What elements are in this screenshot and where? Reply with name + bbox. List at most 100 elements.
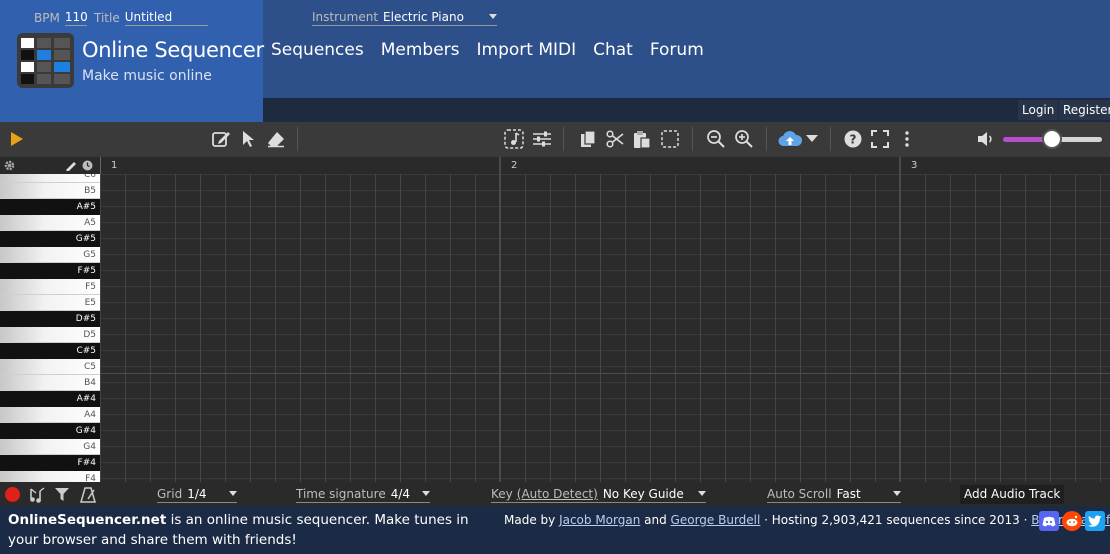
piano-key[interactable]: G#4 xyxy=(0,423,100,439)
octave-line xyxy=(100,373,1110,374)
toolbar-divider xyxy=(766,127,767,151)
auto-scroll-select[interactable]: Auto Scroll Fast xyxy=(767,482,901,506)
metronome-icon[interactable] xyxy=(79,486,97,503)
edit-icon[interactable] xyxy=(210,129,232,149)
bpm-field[interactable]: BPM 110 xyxy=(34,0,88,35)
chevron-down-icon xyxy=(698,491,706,496)
piano-key[interactable]: G4 xyxy=(0,439,100,455)
instrument-value: Electric Piano xyxy=(383,9,464,24)
hosting-stats: · Hosting 2,903,421 sequences since 2013… xyxy=(760,513,1032,527)
clock-icon[interactable] xyxy=(81,159,94,172)
gear-icon[interactable] xyxy=(3,159,15,172)
main-nav: Sequences Members Import MIDI Chat Forum xyxy=(271,37,704,63)
more-options-icon[interactable] xyxy=(900,129,914,149)
discord-icon[interactable] xyxy=(1039,511,1059,531)
toolbar-divider xyxy=(830,127,831,151)
grid-label: Grid xyxy=(157,486,183,501)
piano-key[interactable]: F#5 xyxy=(0,263,100,279)
add-audio-track-button[interactable]: Add Audio Track xyxy=(960,485,1065,504)
note-grid[interactable] xyxy=(100,174,1110,482)
grid-select[interactable]: Grid 1/4 xyxy=(157,482,237,506)
zoom-out-icon[interactable] xyxy=(705,129,727,149)
twitter-icon[interactable] xyxy=(1085,511,1105,531)
bpm-label: BPM xyxy=(34,10,60,25)
bar-number: 1 xyxy=(111,160,118,171)
timeline-ruler[interactable] xyxy=(0,157,1110,174)
piano-key[interactable]: C5 xyxy=(0,359,100,375)
record-icon[interactable] xyxy=(5,487,20,502)
beat-line xyxy=(200,174,201,482)
piano-key[interactable]: A#5 xyxy=(0,199,100,215)
help-icon[interactable]: ? xyxy=(843,129,863,149)
register-button[interactable]: Register xyxy=(1059,100,1110,120)
brand-subtitle: Make music online xyxy=(82,68,212,84)
bar-line xyxy=(499,157,501,482)
volume-icon[interactable] xyxy=(976,130,996,148)
auto-detect-link[interactable]: (Auto Detect) xyxy=(517,487,598,501)
piano-key[interactable]: C#5 xyxy=(0,343,100,359)
piano-key[interactable]: E5 xyxy=(0,295,100,311)
login-button[interactable]: Login xyxy=(1018,100,1059,120)
piano-key[interactable]: A#4 xyxy=(0,391,100,407)
volume-slider-handle[interactable] xyxy=(1042,129,1062,149)
and-text: and xyxy=(640,513,671,527)
author-link[interactable]: Jacob Morgan xyxy=(559,513,640,527)
piano-key[interactable]: B4 xyxy=(0,375,100,391)
ruler-icon[interactable] xyxy=(64,159,78,172)
zoom-in-icon[interactable] xyxy=(733,129,755,149)
auto-scroll-value: Fast xyxy=(836,486,861,501)
title-input[interactable]: Untitled xyxy=(124,10,208,26)
piano-key[interactable]: C6 xyxy=(0,174,100,183)
title-field[interactable]: Title Untitled xyxy=(94,0,208,35)
piano-keyboard[interactable]: C6 B5 A#5 A5 G#5 G5 F#5 F5 E5 D#5 D5 C#5 C5 B4 A#4 A4 G#… xyxy=(0,174,100,482)
cut-icon[interactable] xyxy=(605,129,625,149)
piano-key[interactable]: G#5 xyxy=(0,231,100,247)
beat-line xyxy=(1000,174,1001,482)
time-signature-select[interactable]: Time signature 4/4 xyxy=(296,482,430,506)
ruler-tick xyxy=(100,157,101,174)
eraser-tool-icon[interactable] xyxy=(266,129,286,149)
copy-icon[interactable] xyxy=(579,129,597,149)
nav-chat[interactable]: Chat xyxy=(593,37,633,63)
music-note-settings-icon[interactable] xyxy=(504,128,524,150)
nav-members[interactable]: Members xyxy=(381,37,460,63)
editor-toolbar xyxy=(0,122,1110,157)
piano-key[interactable]: F4 xyxy=(0,471,100,482)
instrument-select[interactable]: Instrument Electric Piano xyxy=(312,0,497,35)
chevron-down-icon xyxy=(893,491,901,496)
nav-sequences[interactable]: Sequences xyxy=(271,37,364,63)
key-select[interactable]: Key (Auto Detect) No Key Guide xyxy=(491,482,706,506)
toolbar-divider xyxy=(692,127,693,151)
bar-number: 2 xyxy=(511,160,518,171)
select-box-icon[interactable] xyxy=(659,129,681,149)
fullscreen-icon[interactable] xyxy=(870,129,890,149)
chevron-down-icon[interactable] xyxy=(805,133,819,145)
piano-key[interactable]: D#5 xyxy=(0,311,100,327)
piano-key[interactable]: B5 xyxy=(0,183,100,199)
beat-line xyxy=(300,174,301,482)
sliders-icon[interactable] xyxy=(532,129,552,149)
reddit-icon[interactable] xyxy=(1062,511,1082,531)
piano-key[interactable]: G5 xyxy=(0,247,100,263)
chevron-down-icon xyxy=(229,491,237,496)
time-signature-value: 4/4 xyxy=(390,486,411,501)
piano-key[interactable]: F5 xyxy=(0,279,100,295)
metronome-notes-icon[interactable] xyxy=(27,486,47,503)
author-link[interactable]: George Burdell xyxy=(671,513,761,527)
piano-key[interactable]: F#4 xyxy=(0,455,100,471)
piano-key[interactable]: A5 xyxy=(0,215,100,231)
app-root: Online Sequencer Make music online Seque… xyxy=(0,0,1110,554)
pointer-tool-icon[interactable] xyxy=(240,129,256,149)
brand-title[interactable]: Online Sequencer xyxy=(82,36,264,64)
sequencer-logo-icon xyxy=(17,33,74,88)
cloud-upload-icon[interactable] xyxy=(778,129,802,149)
nav-forum[interactable]: Forum xyxy=(650,37,704,63)
bpm-input[interactable]: 110 xyxy=(64,10,88,26)
piano-key[interactable]: D5 xyxy=(0,327,100,343)
play-icon[interactable] xyxy=(9,131,25,147)
chevron-down-icon xyxy=(489,14,497,19)
nav-import-midi[interactable]: Import MIDI xyxy=(477,37,577,63)
piano-key[interactable]: A4 xyxy=(0,407,100,423)
filter-icon[interactable] xyxy=(53,486,71,503)
paste-icon[interactable] xyxy=(632,129,652,149)
